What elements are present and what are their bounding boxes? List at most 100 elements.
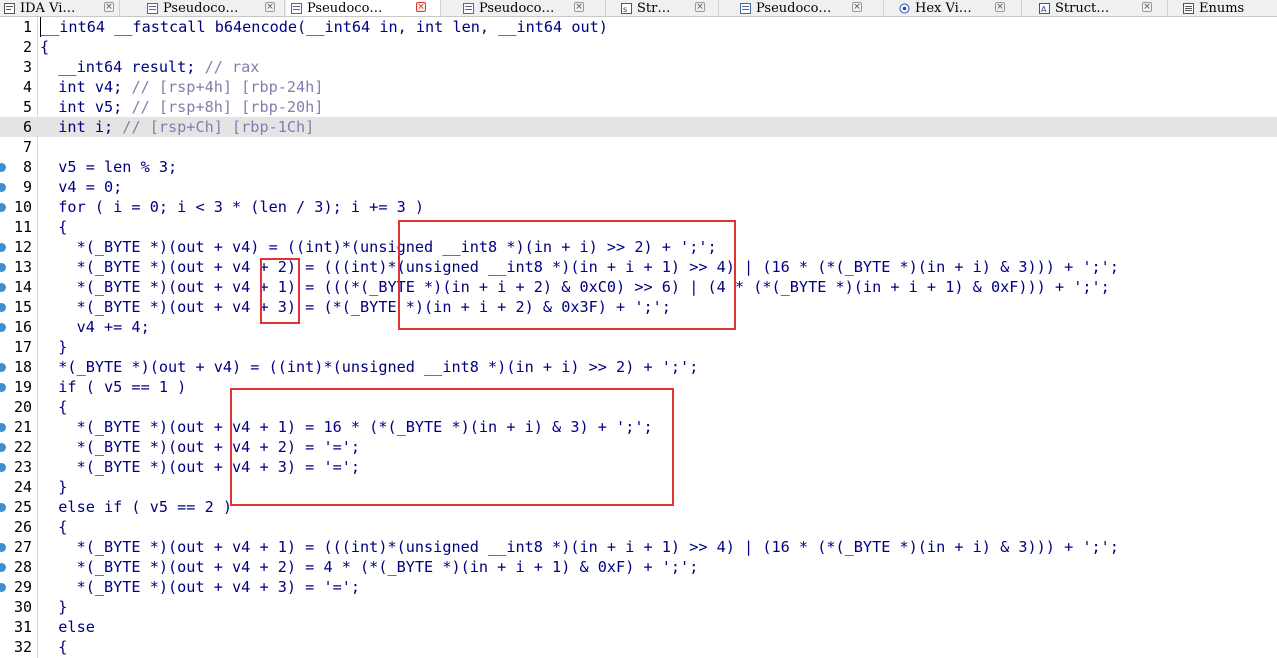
pseudocode-icon — [147, 2, 158, 14]
structures-icon: A — [1039, 2, 1050, 14]
tab-label: Pseudoco… — [756, 0, 832, 16]
line-number: 29 — [13, 578, 32, 596]
close-icon[interactable]: × — [574, 2, 584, 12]
line-number: 17 — [13, 338, 32, 356]
line-number: 16 — [13, 318, 32, 336]
code-text[interactable]: { — [40, 397, 67, 417]
line-number: 28 — [13, 558, 32, 576]
code-line[interactable]: 30 } — [0, 597, 1277, 617]
code-text[interactable]: else if ( v5 == 2 ) — [40, 497, 232, 517]
close-icon[interactable]: × — [852, 2, 862, 12]
code-text[interactable]: __int64 __fastcall b64encode(__int64 in,… — [40, 17, 608, 37]
code-text[interactable]: *(_BYTE *)(out + v4 + 3) = '='; — [40, 577, 360, 597]
tab-structures[interactable]: A Struct… × — [1023, 0, 1168, 16]
tab-label: Enums — [1199, 0, 1245, 16]
tab-pseudocode[interactable]: Pseudoco… × — [143, 0, 285, 16]
code-line[interactable]: 2{ — [0, 37, 1277, 57]
line-number: 4 — [22, 78, 32, 96]
code-text[interactable]: { — [40, 217, 67, 237]
close-icon[interactable]: × — [695, 2, 705, 12]
code-line[interactable]: 17 } — [0, 337, 1277, 357]
code-line[interactable]: 8 v5 = len % 3; — [0, 157, 1277, 177]
line-number: 5 — [22, 98, 32, 116]
code-line[interactable]: 9 v4 = 0; — [0, 177, 1277, 197]
code-text[interactable]: if ( v5 == 1 ) — [40, 377, 186, 397]
code-line[interactable]: 31 else — [0, 617, 1277, 637]
code-comment: // rax — [204, 58, 260, 76]
code-text[interactable]: __int64 result; // rax — [40, 57, 259, 77]
code-text[interactable]: *(_BYTE *)(out + v4) = ((int)*(unsigned … — [40, 357, 698, 377]
annotation-box — [398, 220, 736, 330]
line-number: 18 — [13, 358, 32, 376]
code-line[interactable]: 6 int i; // [rsp+Ch] [rbp-1Ch] — [0, 117, 1277, 137]
hex-view-icon — [899, 3, 910, 14]
tab-pseudocode[interactable]: Pseudoco… × — [443, 0, 606, 16]
code-text[interactable]: int i; // [rsp+Ch] [rbp-1Ch] — [40, 117, 314, 137]
line-number: 27 — [13, 538, 32, 556]
code-line[interactable]: 1 __int64 __fastcall b64encode(__int64 in… — [0, 17, 1277, 37]
code-line[interactable]: 3 __int64 result; // rax — [0, 57, 1277, 77]
tab-pseudocode-active[interactable]: Pseudoco… × — [287, 0, 441, 16]
code-text[interactable]: v5 = len % 3; — [40, 157, 177, 177]
line-number: 10 — [13, 198, 32, 216]
strings-icon: s — [621, 2, 632, 14]
code-text[interactable]: int v4; // [rsp+4h] [rbp-24h] — [40, 77, 323, 97]
code-text[interactable]: v4 = 0; — [40, 177, 122, 197]
ida-view-icon — [4, 2, 15, 14]
code-line[interactable]: 4 int v4; // [rsp+4h] [rbp-24h] — [0, 77, 1277, 97]
tab-label: Struct… — [1055, 0, 1110, 16]
line-number: 11 — [13, 218, 32, 236]
code-line[interactable]: 32 { — [0, 637, 1277, 657]
code-text[interactable]: } — [40, 337, 67, 357]
code-text[interactable]: *(_BYTE *)(out + v4 + 1) = (((int)*(unsi… — [40, 537, 1119, 557]
close-icon[interactable]: × — [1142, 2, 1152, 12]
code-text[interactable]: int v5; // [rsp+8h] [rbp-20h] — [40, 97, 323, 117]
tab-enums[interactable]: Enums — [1169, 0, 1277, 16]
line-number: 20 — [13, 398, 32, 416]
code-text[interactable]: for ( i = 0; i < 3 * (len / 3); i += 3 ) — [40, 197, 424, 217]
code-line[interactable]: 26 { — [0, 517, 1277, 537]
tab-bar: IDA Vi… × Pseudoco… × Pseudoco… × Pseudo… — [0, 0, 1277, 17]
pseudocode-icon — [463, 2, 474, 14]
svg-text:s: s — [623, 5, 627, 14]
code-line[interactable]: 5 int v5; // [rsp+8h] [rbp-20h] — [0, 97, 1277, 117]
tab-label: IDA Vi… — [20, 0, 76, 16]
line-number: 31 — [13, 618, 32, 636]
tab-hex-view[interactable]: Hex Vi… × — [885, 0, 1022, 16]
close-icon[interactable]: × — [265, 2, 275, 12]
close-icon[interactable]: × — [416, 2, 426, 12]
code-text[interactable]: } — [40, 477, 67, 497]
line-number: 22 — [13, 438, 32, 456]
tab-label: Hex Vi… — [915, 0, 972, 16]
tab-label: Pseudoco… — [307, 0, 383, 16]
line-number: 9 — [22, 178, 32, 196]
tab-label: Pseudoco… — [163, 0, 239, 16]
tab-label: Pseudoco… — [479, 0, 555, 16]
close-icon[interactable]: × — [104, 2, 114, 12]
tab-ida-view[interactable]: IDA Vi… × — [0, 0, 120, 16]
line-number: 1 — [22, 18, 32, 36]
line-number: 30 — [13, 598, 32, 616]
line-number: 12 — [13, 238, 32, 256]
close-icon[interactable]: × — [995, 2, 1005, 12]
code-text[interactable]: { — [40, 517, 67, 537]
code-line[interactable]: 7 — [0, 137, 1277, 157]
line-number: 19 — [13, 378, 32, 396]
code-line[interactable]: 28 *(_BYTE *)(out + v4 + 2) = 4 * (*(_BY… — [0, 557, 1277, 577]
code-line[interactable]: 18 *(_BYTE *)(out + v4) = ((int)*(unsign… — [0, 357, 1277, 377]
code-line[interactable]: 27 *(_BYTE *)(out + v4 + 1) = (((int)*(u… — [0, 537, 1277, 557]
code-text[interactable]: *(_BYTE *)(out + v4 + 2) = 4 * (*(_BYTE … — [40, 557, 699, 577]
code-text[interactable]: } — [40, 597, 67, 617]
line-number: 26 — [13, 518, 32, 536]
code-text[interactable]: { — [40, 637, 67, 657]
code-line[interactable]: 29 *(_BYTE *)(out + v4 + 3) = '='; — [0, 577, 1277, 597]
line-number: 24 — [13, 478, 32, 496]
line-number: 13 — [13, 258, 32, 276]
code-text[interactable]: v4 += 4; — [40, 317, 150, 337]
code-line[interactable]: 10 for ( i = 0; i < 3 * (len / 3); i += … — [0, 197, 1277, 217]
code-text[interactable]: { — [40, 37, 49, 57]
tab-strings[interactable]: s Str… × — [607, 0, 719, 16]
tab-pseudocode[interactable]: Pseudoco… × — [720, 0, 884, 16]
pseudocode-icon — [740, 2, 751, 14]
code-text[interactable]: else — [40, 617, 95, 637]
